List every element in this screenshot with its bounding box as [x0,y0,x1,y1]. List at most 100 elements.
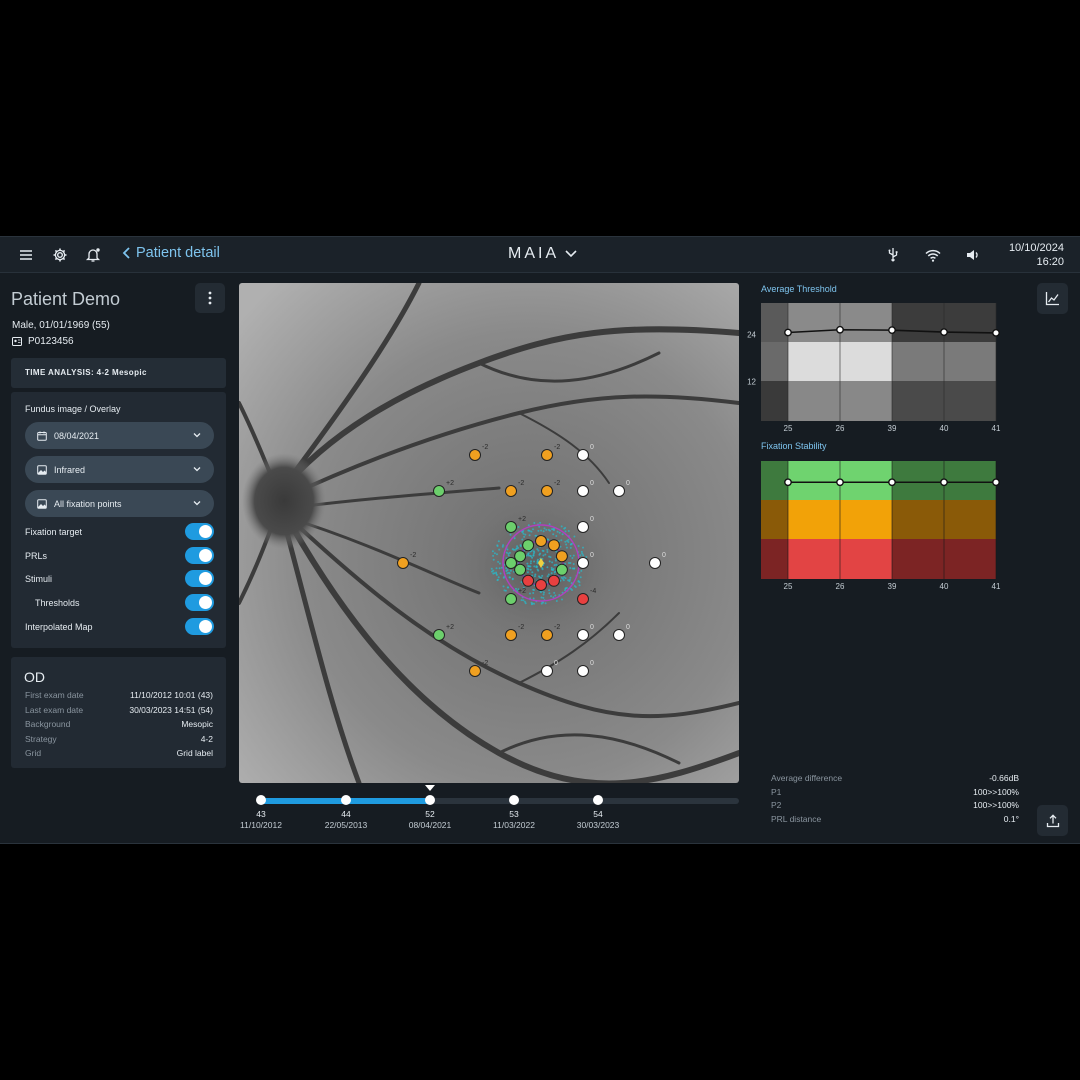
stability-point[interactable] [888,478,896,487]
more-options-button[interactable] [195,283,225,313]
timeline-point[interactable] [509,795,519,805]
timeline-point[interactable] [425,795,435,805]
threshold-cell [788,342,840,381]
stimulus-point[interactable] [535,579,547,591]
stability-point[interactable] [940,478,948,487]
thresholds-toggle[interactable] [185,594,214,611]
stimulus-point[interactable] [613,485,625,497]
fixation-point [524,602,527,605]
stimulus-point[interactable] [469,449,481,461]
stimulus-point[interactable] [522,574,535,587]
threshold-point[interactable] [888,326,896,335]
fixation-point [532,597,535,600]
stat-row: Average difference -0.66dB [771,773,1019,785]
stimulus-point[interactable] [555,550,568,563]
prls-toggle[interactable] [185,547,214,564]
threshold-point[interactable] [940,328,948,337]
stimulus-point[interactable] [535,535,547,547]
stability-point[interactable] [836,478,844,487]
stimulus-point[interactable] [577,521,589,533]
stimulus-point[interactable] [613,629,625,641]
stimulus-point[interactable] [433,485,445,497]
toggle-label: Thresholds [35,598,80,608]
bell-icon[interactable] [84,246,102,264]
device-selector[interactable]: MAIA [508,245,577,263]
fixation-point [528,534,531,537]
timeline-point[interactable] [341,795,351,805]
stimulus-point[interactable] [505,593,517,605]
fixation-point [577,580,580,583]
fixation-point [548,592,551,595]
timeline-point[interactable] [593,795,603,805]
info-row: Grid Grid label [25,748,213,760]
average-threshold-chart[interactable]: 12 24 25 26 39 40 41 [740,299,1040,434]
stimulus-point[interactable] [514,563,527,576]
stimulus-point[interactable] [469,665,481,677]
menu-icon[interactable] [17,246,35,264]
fixation-point [496,544,499,547]
fundus-image-viewer[interactable]: -20-2+2-2-200+20-2+200+2-4+2-2-200-200 [239,283,739,783]
stimulus-point[interactable] [505,629,517,641]
timeline-exam-number: 52 [425,809,435,819]
trend-chart-button[interactable] [1037,283,1068,314]
fixation-point [550,572,553,575]
threshold-cell [944,342,996,381]
fixation-point [502,544,505,547]
fixation-point [565,546,568,549]
stimulus-point[interactable] [541,485,553,497]
fixation-points-dropdown[interactable]: All fixation points [25,490,214,517]
stimulus-point[interactable] [577,449,589,461]
stimulus-point[interactable] [649,557,661,569]
eye-title: OD [24,669,45,685]
threshold-cell [761,381,788,421]
stimulus-point[interactable] [577,485,589,497]
x-tick-label: 26 [836,424,845,433]
fixation-point [577,545,580,547]
stimulus-point[interactable] [541,629,553,641]
stimulus-point[interactable] [555,563,568,576]
stimulus-point[interactable] [505,557,517,569]
stimulus-point[interactable] [522,539,535,552]
stimulus-point[interactable] [577,557,589,569]
stimulus-point[interactable] [541,449,553,461]
stimulus-point[interactable] [397,557,409,569]
timeline-point[interactable] [256,795,266,805]
stimulus-point[interactable] [433,629,445,641]
export-button[interactable] [1037,805,1068,836]
fixation-point [527,553,529,556]
stimuli-toggle[interactable] [185,570,214,587]
fixation-point [535,534,538,537]
stability-point[interactable] [992,478,1000,487]
exam-date-dropdown[interactable]: 08/04/2021 [25,422,214,449]
fixation-point [542,550,545,552]
volume-icon[interactable] [964,246,982,264]
fixation-target-toggle[interactable] [185,523,214,540]
stability-point[interactable] [784,478,792,487]
image-type-dropdown[interactable]: Infrared [25,456,214,483]
back-button[interactable]: Patient detail [122,245,220,261]
upload-icon [1046,813,1059,827]
fixation-stability-title: Fixation Stability [761,441,827,451]
timeline-exam-date: 11/10/2012 [240,820,282,830]
gear-icon[interactable] [51,246,69,264]
threshold-point[interactable] [784,328,792,337]
exam-timeline[interactable]: 43 11/10/2012 44 22/05/2013 52 08/04/2021 53 11… [239,785,739,835]
stimulus-point[interactable] [505,521,517,533]
interpolated-map-toggle[interactable] [185,618,214,635]
stimulus-point[interactable] [577,665,589,677]
info-key: First exam date [25,690,84,700]
stimulus-point[interactable] [547,539,560,552]
stimulus-point[interactable] [547,574,560,587]
fixation-point [548,523,551,526]
stimulus-point[interactable] [577,629,589,641]
stimulus-point[interactable] [577,593,589,605]
stimulus-point[interactable] [514,550,527,563]
fixation-point [556,530,559,533]
threshold-point[interactable] [992,328,1000,337]
fixation-stability-chart[interactable]: 25 26 39 40 41 [740,457,1040,592]
stimulus-point[interactable] [505,485,517,497]
threshold-point[interactable] [836,325,844,334]
stimulus-point[interactable] [541,665,553,677]
stat-value: 100>>100% [973,800,1019,810]
fixation-point [498,562,501,565]
